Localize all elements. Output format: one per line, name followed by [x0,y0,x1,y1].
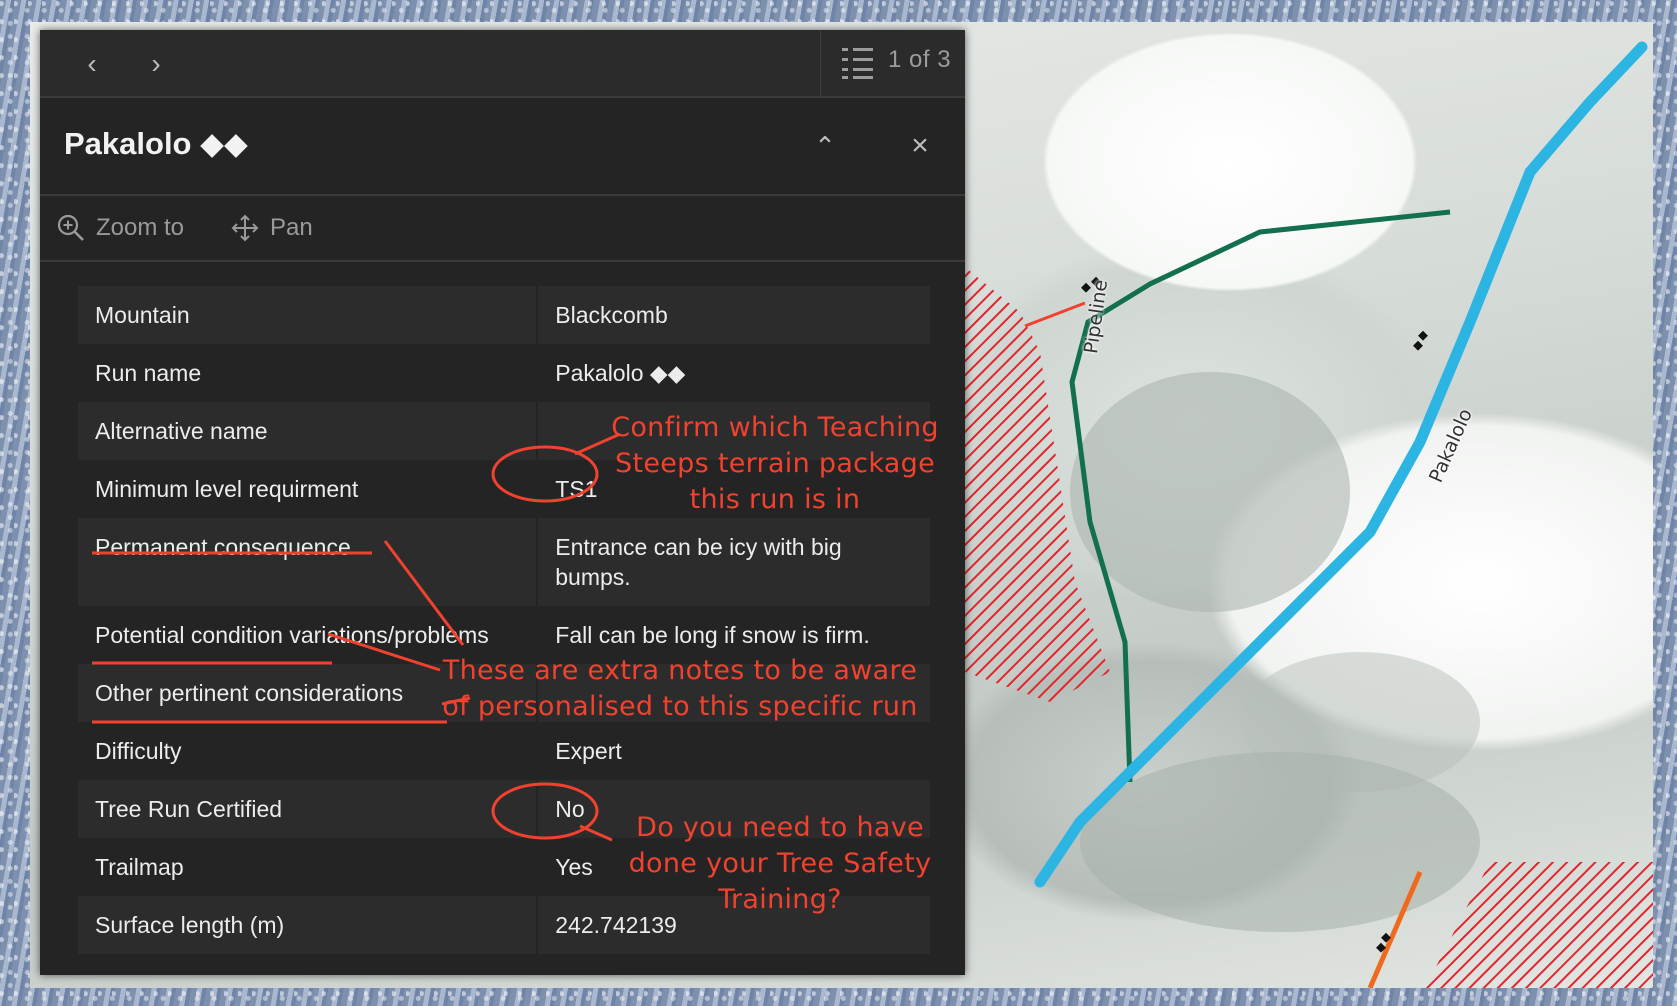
attribute-value: Blackcomb [536,286,930,344]
annotation-tree-training: Do you need to have done your Tree Safet… [628,812,932,915]
attribute-key: Run name [78,344,537,402]
double-diamond-icon [1413,330,1428,351]
attribute-key: Minimum level requirment [78,460,537,518]
popup-header: Pakalolo ◆◆ ⌃ × [40,98,965,196]
pan-label: Pan [270,214,313,241]
terrain-shadow [1070,372,1350,612]
popup-nav-bar: ‹ › 1 of 3 [40,30,965,98]
pan-icon [231,214,259,242]
attribute-value: Expert [536,722,930,780]
annotation-teaching-steeps: Confirm which Teaching Steeps terrain pa… [611,412,939,515]
annotation-extra-notes: These are extra notes to be aware of per… [442,655,918,722]
popup-title: Pakalolo ◆◆ [64,126,248,161]
previous-feature-button[interactable]: ‹ [72,44,112,84]
attribute-key: Permanent consequence [78,518,537,606]
attribute-key: Alternative name [78,402,537,460]
pan-button[interactable]: Pan [230,210,313,246]
collapse-button[interactable]: ⌃ [805,126,845,166]
feature-list-icon[interactable] [840,44,874,80]
attribute-value: Entrance can be icy with big bumps. [536,518,930,606]
feature-page-count: 1 of 3 [888,46,952,73]
close-button[interactable]: × [900,126,940,166]
table-row: Mountain Blackcomb [78,286,930,344]
attribute-key: Surface length (m) [78,896,537,954]
chevron-up-icon: ⌃ [814,131,836,161]
popup-actions: Zoom to Pan [40,196,965,262]
next-feature-button[interactable]: › [136,44,176,84]
zoom-in-icon [57,214,84,241]
nav-divider [820,30,821,96]
terrain-shadow [1080,752,1480,932]
zoom-to-button[interactable]: Zoom to [56,210,184,246]
attribute-key: Tree Run Certified [78,780,537,838]
table-row: Run name Pakalolo ◆◆ [78,344,930,402]
zoom-to-label: Zoom to [96,214,185,241]
chevron-right-icon: › [151,48,161,79]
attribute-key: Mountain [78,286,537,344]
attribute-value: Pakalolo ◆◆ [536,344,930,402]
attribute-key: Trailmap [78,838,537,896]
close-icon: × [911,129,929,162]
attribute-key: Difficulty [78,722,537,780]
chevron-left-icon: ‹ [87,48,97,79]
table-row: Permanent consequence Entrance can be ic… [78,518,930,606]
table-row: Difficulty Expert [78,722,930,780]
